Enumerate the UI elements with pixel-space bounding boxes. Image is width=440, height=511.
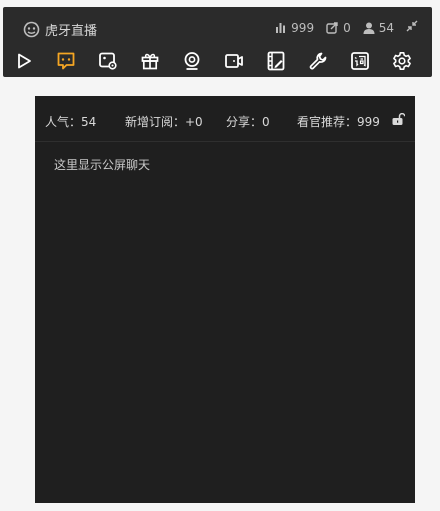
film-edit-button[interactable] <box>263 49 289 73</box>
video-icon <box>224 51 244 71</box>
gift-button[interactable] <box>137 49 163 73</box>
viewers-stat: 54 <box>363 21 394 35</box>
collapse-icon <box>406 20 418 35</box>
shares-metric: 分享：0 <box>226 115 270 129</box>
bar-chart-icon <box>276 22 287 33</box>
new-subs-metric: 新增订阅：+0 <box>125 115 203 129</box>
share-value: 0 <box>343 20 351 35</box>
chat-placeholder-text: 这里显示公屏聊天 <box>54 158 151 172</box>
subtitle-icon <box>350 51 370 71</box>
share-stat: 0 <box>326 21 351 35</box>
subtitle-button[interactable] <box>347 49 373 73</box>
viewers-value: 54 <box>378 20 394 35</box>
public-chat-panel: 人气：54 新增订阅：+0 分享：0 看官推荐：999 这里显示公屏聊天 <box>35 96 415 503</box>
camera-button[interactable] <box>179 49 205 73</box>
user-icon <box>363 22 375 34</box>
screen-settings-icon <box>98 51 118 71</box>
popularity-stat: 999 <box>276 21 314 35</box>
toolbar-icon-row <box>11 49 415 73</box>
brand: 虎牙直播 <box>23 20 97 39</box>
wrench-icon <box>308 51 328 71</box>
tools-button[interactable] <box>305 49 331 73</box>
video-button[interactable] <box>221 49 247 73</box>
recommend-metric: 看官推荐：999 <box>297 115 380 129</box>
unlock-icon <box>392 112 406 128</box>
popularity-metric: 人气：54 <box>45 115 97 129</box>
film-edit-icon <box>266 51 286 71</box>
share-icon <box>326 21 339 34</box>
collapse-button[interactable] <box>406 20 418 35</box>
toolbar-header: 虎牙直播 999 0 54 <box>3 7 432 45</box>
gift-icon <box>140 51 160 71</box>
play-icon <box>15 52 33 70</box>
live-toolbar: 虎牙直播 999 0 54 <box>3 7 432 77</box>
gear-icon <box>392 51 412 71</box>
screen-settings-button[interactable] <box>95 49 121 73</box>
popularity-value: 999 <box>291 20 315 35</box>
play-button[interactable] <box>11 49 37 73</box>
chat-panel-header: 人气：54 新增订阅：+0 分享：0 看官推荐：999 <box>35 96 415 142</box>
chat-bubble-icon <box>56 51 76 71</box>
huya-logo-icon <box>23 21 40 38</box>
chat-button[interactable] <box>53 49 79 73</box>
stats-bar: 999 0 54 <box>276 20 418 35</box>
brand-name: 虎牙直播 <box>45 24 98 39</box>
unlock-button[interactable] <box>392 112 406 128</box>
settings-button[interactable] <box>389 49 415 73</box>
camera-icon <box>182 51 202 71</box>
